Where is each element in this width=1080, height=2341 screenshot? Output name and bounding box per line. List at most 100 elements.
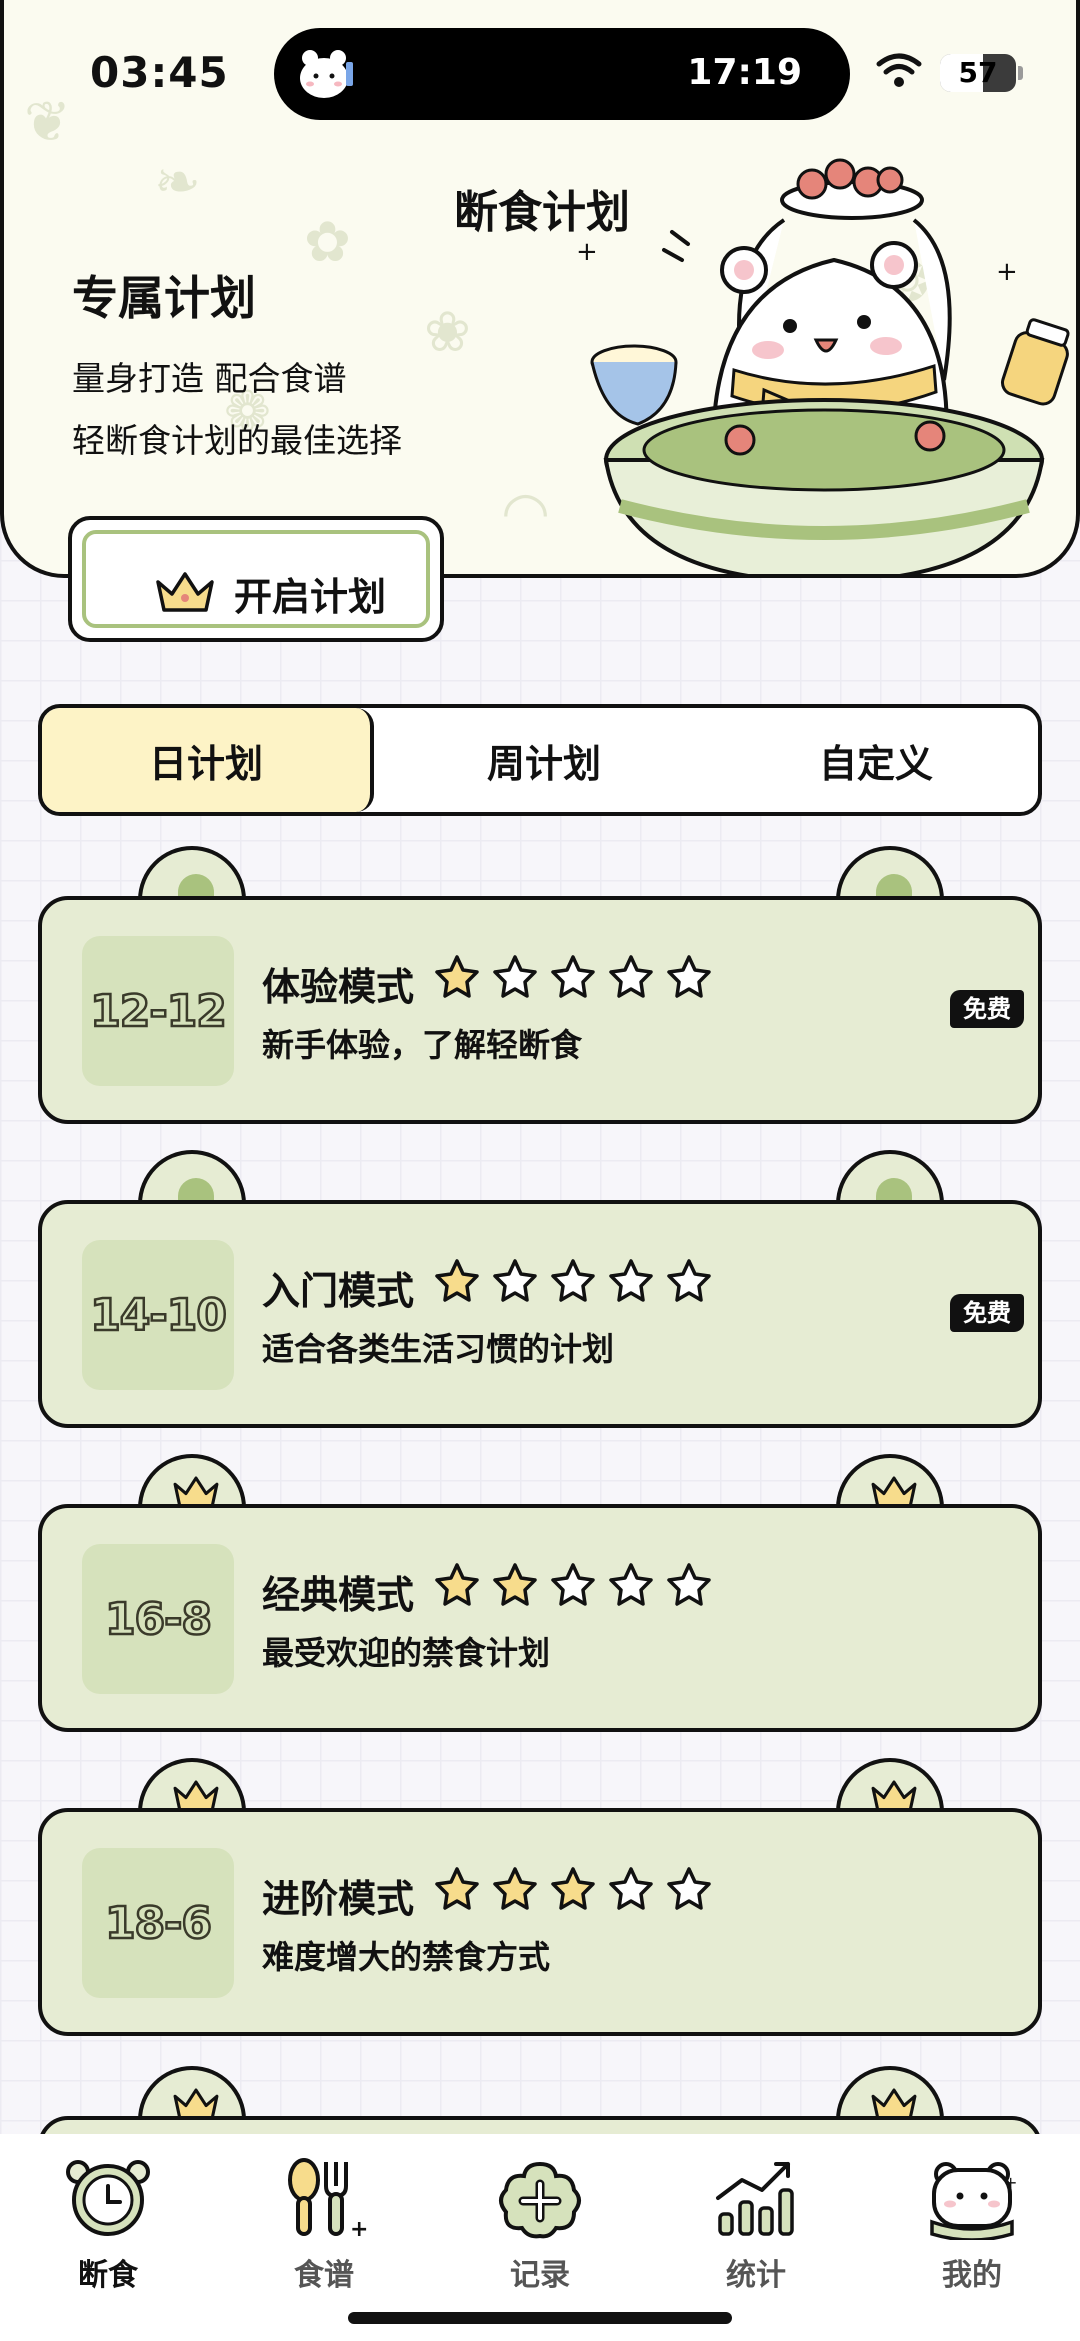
bear-profile-icon: + bbox=[930, 2162, 1017, 2240]
star-empty-icon bbox=[609, 1259, 653, 1302]
free-badge: 免费 bbox=[950, 1294, 1024, 1332]
nav-fasting[interactable]: 断食 bbox=[38, 2156, 178, 2294]
start-plan-button-inner: 开启计划 bbox=[82, 530, 430, 628]
plan-name: 经典模式 bbox=[262, 1573, 415, 1617]
svg-text:+: + bbox=[1004, 2173, 1017, 2192]
battery-level: 57 bbox=[958, 56, 998, 89]
nav-label: 统计 bbox=[726, 2258, 786, 2293]
star-empty-icon bbox=[609, 1867, 653, 1910]
strawberry-doodle-icon: ❀ bbox=[424, 300, 471, 365]
hero-tagline-1: 量身打造 配合食谱 bbox=[72, 359, 347, 398]
star-filled-icon bbox=[435, 955, 479, 998]
svg-text:+: + bbox=[996, 257, 1018, 287]
leaf-doodle-icon: ❧ bbox=[154, 150, 201, 215]
ear-dot bbox=[876, 874, 912, 898]
star-empty-icon bbox=[609, 955, 653, 998]
star-empty-icon bbox=[493, 1259, 537, 1302]
nav-label: 食谱 bbox=[294, 2258, 354, 2293]
nav-label: 断食 bbox=[78, 2258, 138, 2293]
plan-name: 体验模式 bbox=[262, 965, 415, 1009]
battery-indicator: 57 bbox=[940, 54, 1016, 92]
plan-card[interactable]: 16-8 经典模式最受欢迎的禁食计划 bbox=[38, 1454, 1042, 1732]
tab-label: 自定义 bbox=[818, 741, 933, 786]
fasting-ratio-box: 16-8 bbox=[82, 1544, 234, 1694]
star-filled-icon bbox=[435, 1563, 479, 1606]
star-empty-icon bbox=[493, 955, 537, 998]
dynamic-island: 17:19 bbox=[274, 28, 850, 120]
plan-card-body: 12-12 体验模式 新手体验，了解轻断食 免费 bbox=[38, 896, 1042, 1124]
fasting-ratio: 16-8 bbox=[104, 1592, 214, 1646]
start-plan-button[interactable]: 开启计划 bbox=[68, 516, 444, 642]
island-timer: 17:19 bbox=[687, 52, 802, 93]
clock-icon bbox=[66, 2160, 150, 2236]
bottom-nav: 断食 + 食谱 记录 统计 + 我的 bbox=[0, 2134, 1080, 2341]
difficulty-stars bbox=[434, 1258, 724, 1304]
plan-card[interactable]: 12-12 体验模式 新手体验，了解轻断食 免费 bbox=[38, 846, 1042, 1124]
star-empty-icon bbox=[609, 1563, 653, 1606]
difficulty-stars bbox=[434, 954, 724, 1000]
hero-tagline-2: 轻断食计划的最佳选择 bbox=[72, 421, 402, 460]
plan-card[interactable]: 18-6 进阶模式难度增大的禁食方式 bbox=[38, 1758, 1042, 2036]
difficulty-stars bbox=[434, 1562, 724, 1608]
free-badge: 免费 bbox=[950, 990, 1024, 1028]
svg-text:+: + bbox=[350, 2217, 368, 2240]
star-filled-icon bbox=[493, 1867, 537, 1910]
nav-recipes[interactable]: + 食谱 bbox=[254, 2156, 394, 2294]
star-filled-icon bbox=[551, 1867, 595, 1910]
tab-custom-plan[interactable]: 自定义 bbox=[710, 708, 1038, 812]
star-empty-icon bbox=[667, 1259, 711, 1302]
fasting-ratio-box: 14-10 bbox=[82, 1240, 234, 1390]
bear-mascot-illustration: + + bbox=[576, 158, 1070, 574]
star-empty-icon bbox=[551, 1563, 595, 1606]
nav-label: 我的 bbox=[942, 2258, 1002, 2293]
plan-card-body: 14-10 入门模式 适合各类生活习惯的计划 免费 bbox=[38, 1200, 1042, 1428]
fasting-ratio-box: 12-12 bbox=[82, 936, 234, 1086]
difficulty-stars bbox=[434, 1866, 724, 1912]
plan-card-body: 18-6 进阶模式难度增大的禁食方式 bbox=[38, 1808, 1042, 2036]
nav-records[interactable]: 记录 bbox=[470, 2156, 610, 2294]
bear-avatar-icon bbox=[300, 50, 353, 98]
tab-weekly-plan[interactable]: 周计划 bbox=[378, 708, 710, 812]
fasting-ratio: 14-10 bbox=[89, 1288, 228, 1342]
star-filled-icon bbox=[435, 1867, 479, 1910]
hero-subtitle: 专属计划 bbox=[72, 271, 256, 325]
tab-label: 日计划 bbox=[148, 741, 263, 786]
star-empty-icon bbox=[551, 955, 595, 998]
battery-nub bbox=[1018, 66, 1023, 80]
nav-profile[interactable]: + 我的 bbox=[902, 2156, 1042, 2294]
star-empty-icon bbox=[551, 1259, 595, 1302]
star-empty-icon bbox=[667, 955, 711, 998]
plan-description: 难度增大的禁食方式 bbox=[262, 1938, 551, 1976]
veggie-doodle-icon: ❦ bbox=[24, 90, 71, 155]
plan-card-body: 16-8 经典模式最受欢迎的禁食计划 bbox=[38, 1504, 1042, 1732]
nav-label: 记录 bbox=[510, 2258, 570, 2293]
star-empty-icon bbox=[667, 1563, 711, 1606]
chart-icon bbox=[716, 2162, 794, 2236]
fasting-ratio-box: 18-6 bbox=[82, 1848, 234, 1998]
plan-card[interactable]: 14-10 入门模式 适合各类生活习惯的计划 免费 bbox=[38, 1150, 1042, 1428]
hero-banner: ❦ ❧ ✿ ❀ ❁ ◠ ❂ 03:45 17:19 57 断食计划 专属计划 量… bbox=[0, 0, 1080, 578]
status-time: 03:45 bbox=[90, 48, 229, 97]
ear-dot bbox=[178, 874, 214, 898]
ear-dot bbox=[876, 1178, 912, 1202]
crown-icon bbox=[156, 572, 214, 612]
plan-description: 适合各类生活习惯的计划 bbox=[262, 1330, 615, 1368]
plan-type-tabs: 日计划 周计划 自定义 bbox=[38, 704, 1042, 816]
nav-stats[interactable]: 统计 bbox=[686, 2156, 826, 2294]
tab-daily-plan[interactable]: 日计划 bbox=[42, 708, 374, 812]
star-filled-icon bbox=[493, 1563, 537, 1606]
fasting-ratio: 18-6 bbox=[104, 1896, 214, 1950]
ear-dot bbox=[178, 1178, 214, 1202]
wifi-icon bbox=[876, 53, 922, 87]
watermelon-doodle-icon: ◠ bbox=[504, 480, 548, 545]
svg-text:+: + bbox=[576, 237, 598, 267]
plan-name: 进阶模式 bbox=[262, 1877, 415, 1921]
fruit-doodle-icon: ✿ bbox=[304, 210, 351, 275]
spoon-fork-icon: + bbox=[288, 2158, 368, 2240]
star-empty-icon bbox=[667, 1867, 711, 1910]
tab-label: 周计划 bbox=[486, 741, 601, 786]
fasting-ratio: 12-12 bbox=[89, 984, 228, 1038]
add-record-icon bbox=[499, 2161, 581, 2239]
plan-description: 最受欢迎的禁食计划 bbox=[262, 1634, 551, 1672]
start-plan-label: 开启计划 bbox=[234, 574, 387, 619]
